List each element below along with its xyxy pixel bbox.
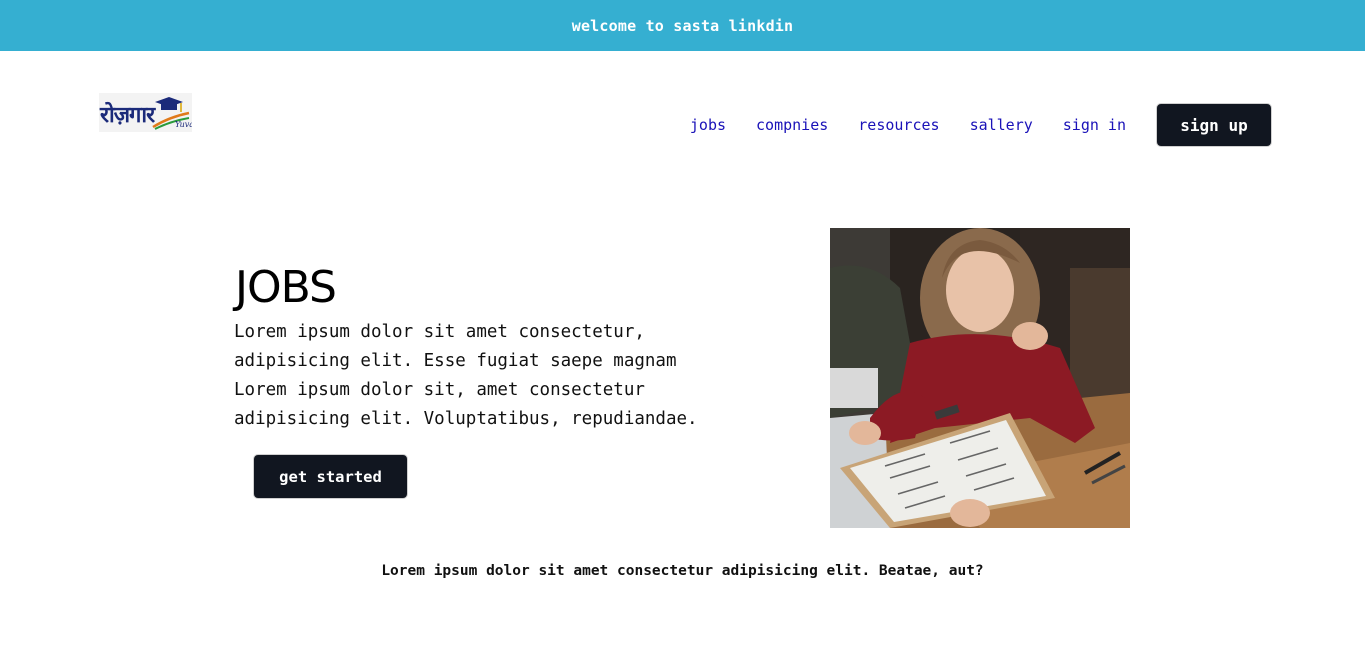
hero-description: Lorem ipsum dolor sit amet consectetur, … <box>234 318 774 434</box>
nav-link-salary[interactable]: sallery <box>970 116 1033 134</box>
hero-line: adipisicing elit. Voluptatibus, repudian… <box>234 409 698 429</box>
nav-link-sign-in[interactable]: sign in <box>1063 116 1126 134</box>
welcome-banner-text: welcome to sasta linkdin <box>571 16 794 35</box>
logo-subtext: Yuva <box>175 120 192 129</box>
hero-line: Lorem ipsum dolor sit, amet consectetur <box>234 380 645 400</box>
hero-title: JOBS <box>235 262 337 313</box>
nav-link-jobs[interactable]: jobs <box>690 116 726 134</box>
main-nav: jobs compnies resources sallery sign in … <box>690 103 1272 147</box>
welcome-banner: welcome to sasta linkdin <box>0 0 1365 51</box>
logo-wordmark: रोज़गार <box>100 103 155 128</box>
hero-line: Lorem ipsum dolor sit amet consectetur, <box>234 322 645 342</box>
nav-link-resources[interactable]: resources <box>858 116 939 134</box>
hero-line: adipisicing elit. Esse fugiat saepe magn… <box>234 351 677 371</box>
nav-link-companies[interactable]: compnies <box>756 116 828 134</box>
get-started-button[interactable]: get started <box>253 454 408 499</box>
sign-up-button[interactable]: sign up <box>1156 103 1272 147</box>
brand-logo[interactable]: रोज़गार Yuva <box>99 93 192 132</box>
tagline: Lorem ipsum dolor sit amet consectetur a… <box>381 563 984 579</box>
hero-photo <box>830 228 1130 528</box>
